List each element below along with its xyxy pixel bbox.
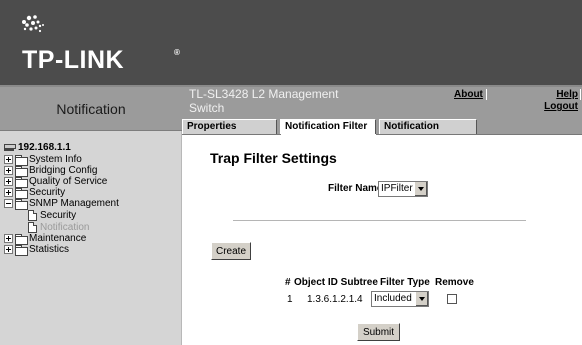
expand-plus-icon[interactable] — [4, 155, 13, 164]
tab-properties[interactable]: Properties — [182, 119, 277, 134]
tree-root-label: 192.168.1.1 — [18, 142, 71, 153]
col-header-oid: Object ID Subtree — [294, 277, 378, 288]
folder-icon — [15, 188, 28, 199]
sidebar-item-label: Maintenance — [29, 233, 87, 244]
filter-name-select[interactable]: IPFilter — [378, 181, 428, 197]
tp-link-logo: TP-LINK ® — [4, 12, 189, 77]
sidebar-item-label: Statistics — [29, 244, 70, 255]
sidebar-item-label: Notification — [40, 221, 90, 233]
tab-notification-filter[interactable]: Notification Filter — [280, 119, 376, 135]
logo-trademark: ® — [174, 48, 180, 57]
folder-icon — [15, 177, 28, 188]
sidebar-item-quality-of-service[interactable]: Quality of Service — [4, 176, 180, 188]
row-index: 1 — [287, 294, 293, 305]
folder-icon — [15, 245, 28, 256]
top-banner: TP-LINK ® — [0, 0, 582, 85]
submit-button[interactable]: Submit — [357, 323, 400, 341]
expand-plus-icon[interactable] — [4, 188, 13, 197]
sidebar-header: Notification — [0, 87, 182, 131]
sidebar-title: Notification — [56, 100, 126, 117]
page-title: Trap Filter Settings — [210, 150, 337, 166]
chevron-down-icon[interactable] — [415, 292, 428, 306]
sidebar-item-label: System Info — [29, 154, 82, 165]
sidebar-item-maintenance[interactable]: Maintenance — [4, 233, 180, 245]
sidebar-item-label: Quality of Service — [29, 176, 108, 187]
page-icon — [28, 221, 37, 233]
filter-name-value: IPFilter — [381, 183, 413, 194]
filter-type-value: Included — [374, 293, 412, 304]
link-separator — [580, 89, 581, 100]
expand-plus-icon[interactable] — [4, 177, 13, 186]
device-title: TL-SL3428 L2 Management Switch — [189, 87, 339, 115]
sidebar-item-label: Bridging Config — [29, 165, 98, 176]
col-header-remove: Remove — [435, 277, 474, 288]
sidebar-item-notification[interactable]: Notification — [4, 221, 180, 233]
expand-plus-icon[interactable] — [4, 234, 13, 243]
navigation-tree: 192.168.1.1 System Info Bridging Config … — [4, 142, 180, 256]
help-link[interactable]: Help — [556, 89, 578, 100]
main-content: Trap Filter Settings Filter Name IPFilte… — [183, 135, 582, 345]
folder-icon — [15, 166, 28, 177]
create-button[interactable]: Create — [211, 242, 251, 260]
folder-open-icon — [15, 199, 28, 210]
logout-link[interactable]: Logout — [544, 101, 578, 112]
expand-plus-icon[interactable] — [4, 166, 13, 175]
link-separator — [486, 89, 487, 100]
tab-bar: Properties Notification Filter Notificat… — [182, 119, 582, 146]
sidebar-item-label: Security — [29, 187, 66, 198]
tree-root[interactable]: 192.168.1.1 — [4, 142, 180, 153]
computer-icon — [4, 143, 16, 152]
folder-icon — [15, 234, 28, 245]
filter-name-label: Filter Name — [328, 183, 383, 194]
col-header-index: # — [285, 277, 291, 288]
logo-text: TP-LINK — [22, 46, 125, 74]
sidebar-item-snmp-security[interactable]: Security — [4, 209, 180, 221]
chevron-down-icon[interactable] — [414, 182, 427, 196]
logo-swirl-icon — [22, 15, 44, 33]
sidebar-item-label: SNMP Management — [29, 198, 119, 209]
about-link[interactable]: About — [454, 89, 483, 100]
sidebar-item-security[interactable]: Security — [4, 187, 180, 199]
col-header-filter-type: Filter Type — [380, 277, 430, 288]
sidebar: Notification 192.168.1.1 System Info Bri… — [0, 87, 182, 345]
section-divider — [233, 220, 526, 221]
expand-plus-icon[interactable] — [4, 245, 13, 254]
sidebar-item-bridging-config[interactable]: Bridging Config — [4, 165, 180, 177]
remove-checkbox[interactable] — [447, 294, 457, 304]
sidebar-item-statistics[interactable]: Statistics — [4, 244, 180, 256]
tab-notification-receiver[interactable]: Notification Receiver — [379, 119, 477, 146]
sidebar-item-system-info[interactable]: System Info — [4, 154, 180, 166]
page-icon — [28, 209, 37, 221]
row-oid: 1.3.6.1.2.1.4 — [307, 294, 363, 305]
content-header: TL-SL3428 L2 Management Switch About Hel… — [182, 87, 582, 119]
sidebar-item-label: Security — [40, 209, 77, 221]
folder-icon — [15, 155, 28, 166]
sidebar-item-snmp-management[interactable]: SNMP Management — [4, 198, 180, 210]
filter-type-select[interactable]: Included — [371, 291, 429, 307]
collapse-minus-icon[interactable] — [4, 199, 13, 208]
